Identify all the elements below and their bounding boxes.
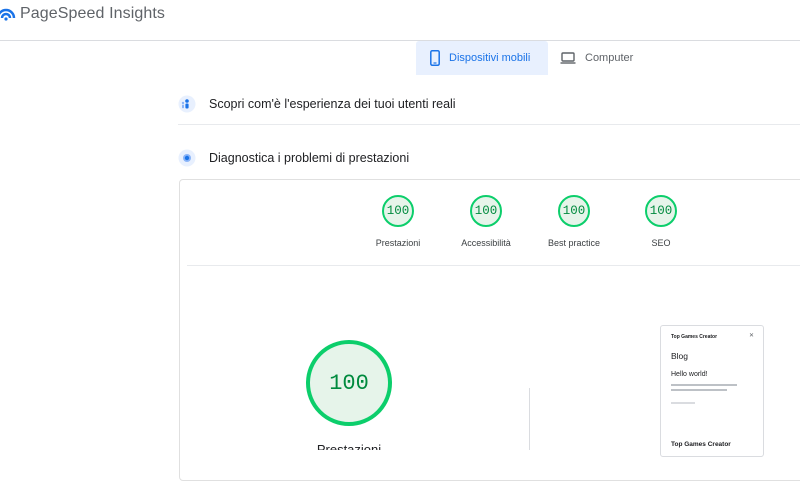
preview-site-name: Top Games Creator — [671, 334, 718, 340]
gauge-label: SEO — [651, 238, 671, 248]
gauge-circle: 100 — [645, 195, 677, 227]
preview-text-line — [671, 384, 737, 386]
preview-menu-icon: ✕ — [748, 333, 754, 339]
gauge-circle: 100 — [558, 195, 590, 227]
main-performance-label: Prestazioni — [316, 442, 382, 450]
gauge-circle: 100 — [382, 195, 414, 227]
diagnostics-title: Diagnostica i problemi di prestazioni — [209, 151, 410, 165]
tab-mobile-label: Dispositivi mobili — [449, 52, 531, 64]
gauge-label: Best practice — [547, 238, 601, 248]
preview-text-line — [671, 389, 727, 391]
gauge-circle: 100 — [470, 195, 502, 227]
diagnostics-section[interactable]: Diagnostica i problemi di prestazioni — [178, 138, 800, 178]
tab-mobile[interactable]: Dispositivi mobili — [416, 41, 548, 75]
score-gauge-best-practices[interactable]: 100 Best practice — [534, 195, 614, 248]
field-data-title: Scopri com'è l'esperienza dei tuoi utent… — [209, 97, 456, 111]
lab-data-icon — [178, 149, 196, 167]
smartphone-icon — [430, 50, 440, 66]
app-header: PageSpeed Insights — [0, 0, 800, 41]
tab-desktop-label: Computer — [585, 52, 634, 64]
gauge-label: Accessibilità — [461, 238, 511, 248]
main-performance-gauge: 100 — [306, 340, 392, 426]
app-title[interactable]: PageSpeed Insights — [20, 5, 165, 23]
score-gauge-seo[interactable]: 100 SEO — [621, 195, 701, 248]
pagespeed-logo-icon[interactable] — [0, 6, 16, 26]
score-gauge-accessibility[interactable]: 100 Accessibilità — [446, 195, 526, 248]
tab-desktop[interactable]: Computer — [558, 41, 668, 75]
preview-date-line — [671, 402, 695, 404]
users-field-data-icon — [178, 95, 196, 113]
score-gauge-performance[interactable]: 100 Prestazioni — [358, 195, 438, 248]
scores-divider — [187, 265, 800, 266]
preview-post-title: Hello world! — [671, 371, 708, 378]
preview-heading: Blog — [671, 351, 689, 361]
page-screenshot-preview: Top Games Creator ✕ Blog Hello world! To… — [660, 325, 764, 457]
laptop-icon — [560, 52, 576, 64]
gauge-label: Prestazioni — [375, 238, 421, 248]
field-data-section[interactable]: Scopri com'è l'esperienza dei tuoi utent… — [178, 84, 800, 125]
preview-footer-title: Top Games Creator — [671, 441, 731, 448]
vertical-divider — [529, 388, 530, 450]
